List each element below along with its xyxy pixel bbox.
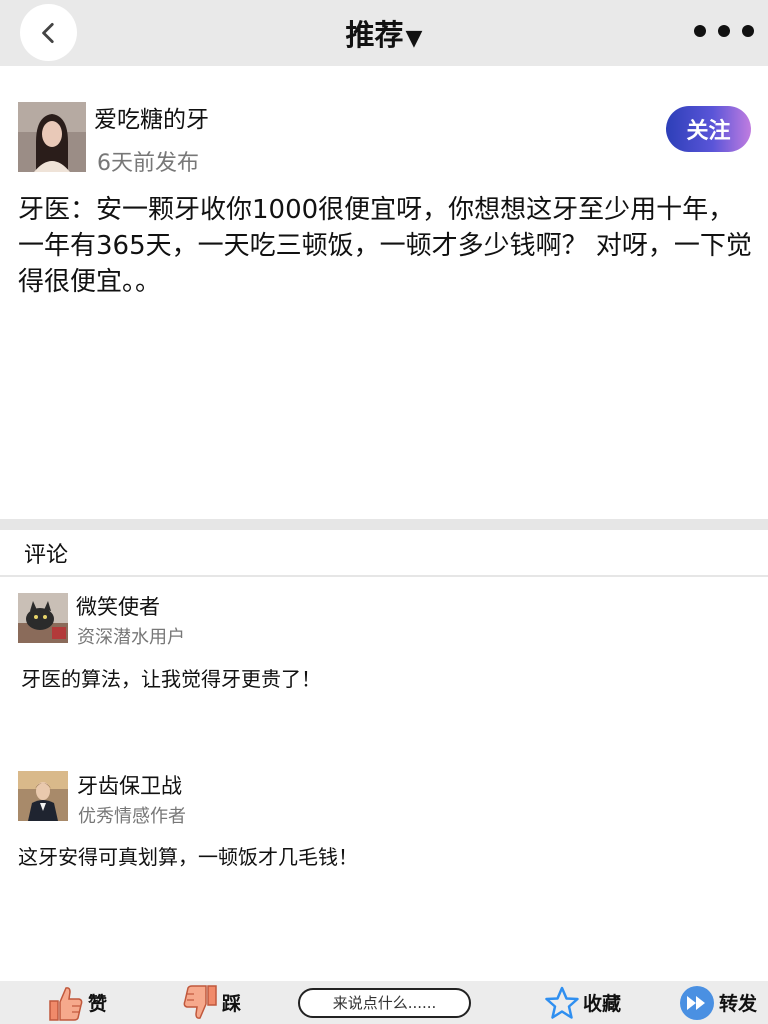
dislike-button[interactable]: 踩 bbox=[182, 981, 241, 1024]
share-forward-icon bbox=[680, 985, 714, 1020]
share-button[interactable]: 转发 bbox=[679, 981, 757, 1024]
commenter-title: 优秀情感作者 bbox=[78, 806, 186, 827]
comment-text: 这牙安得可真划算，一顿饭才几毛钱！ bbox=[18, 845, 358, 869]
follow-button[interactable]: 关注 bbox=[666, 106, 751, 152]
thumbs-down-icon bbox=[183, 984, 217, 1019]
post-timestamp: 6天前发布 bbox=[97, 151, 199, 176]
post-content: 牙医：安一颗牙收你1000很便宜呀，你想想这牙至少用十年，一年有365天，一天吃… bbox=[18, 195, 752, 297]
like-button[interactable]: 赞 bbox=[48, 981, 107, 1024]
commenter-title: 资深潜水用户 bbox=[77, 627, 185, 648]
thumbs-up-icon bbox=[49, 986, 83, 1021]
section-divider bbox=[0, 519, 768, 530]
more-dot-icon bbox=[742, 25, 754, 37]
favorite-button[interactable]: 收藏 bbox=[545, 981, 621, 1024]
dislike-label: 踩 bbox=[222, 993, 242, 1015]
commenter-avatar[interactable] bbox=[18, 593, 68, 643]
more-dot-icon bbox=[718, 25, 730, 37]
commenter-name[interactable]: 微笑使者 bbox=[76, 591, 160, 621]
author-name[interactable]: 爱吃糖的牙 bbox=[94, 100, 209, 134]
share-label: 转发 bbox=[719, 993, 758, 1015]
divider bbox=[0, 575, 768, 577]
more-options-button[interactable] bbox=[694, 20, 754, 42]
top-bar: 推荐▼ bbox=[0, 0, 768, 66]
commenter-avatar[interactable] bbox=[18, 771, 68, 821]
favorite-label: 收藏 bbox=[583, 993, 622, 1015]
comments-header: 评论 bbox=[24, 543, 69, 568]
feed-selector[interactable]: 推荐▼ bbox=[0, 12, 768, 54]
author-avatar[interactable] bbox=[18, 102, 86, 172]
like-label: 赞 bbox=[88, 993, 108, 1015]
dropdown-arrow-icon: ▼ bbox=[405, 26, 423, 51]
star-icon bbox=[545, 986, 579, 1019]
more-dot-icon bbox=[694, 25, 706, 37]
comment-input[interactable]: 来说点什么...... bbox=[298, 988, 471, 1018]
commenter-name[interactable]: 牙齿保卫战 bbox=[77, 770, 182, 800]
page-title: 推荐 bbox=[345, 18, 404, 52]
comment-text: 牙医的算法，让我觉得牙更贵了！ bbox=[21, 667, 321, 691]
